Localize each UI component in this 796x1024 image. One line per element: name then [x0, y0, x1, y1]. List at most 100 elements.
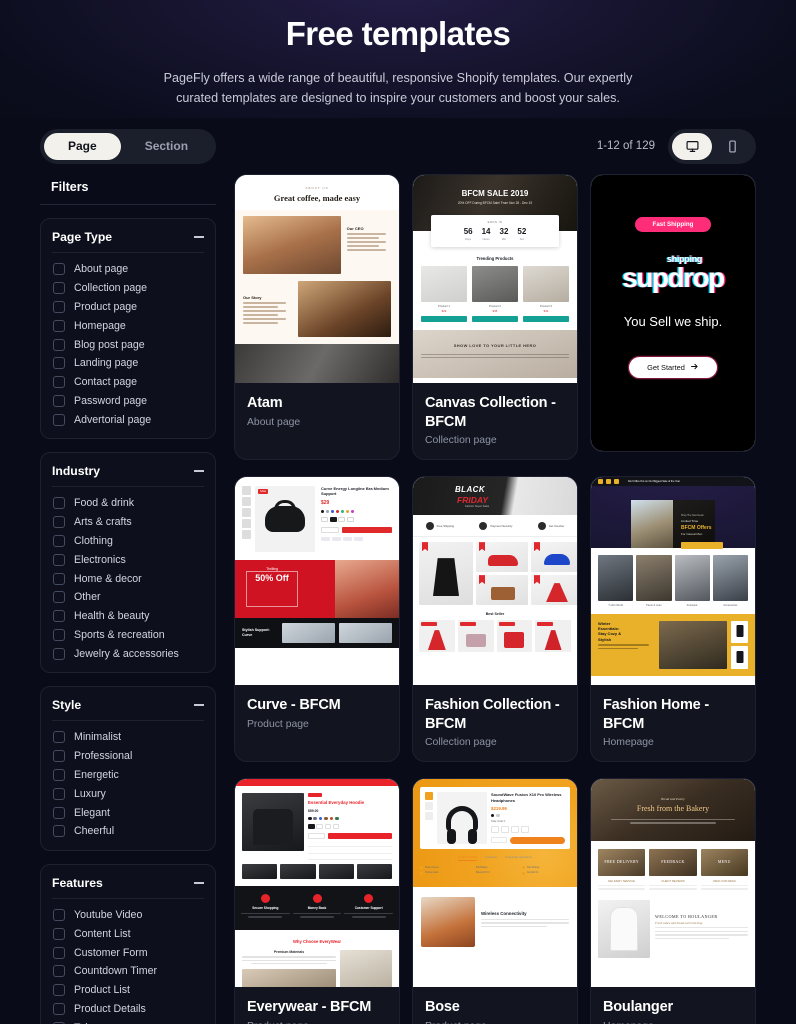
minus-icon[interactable]	[194, 882, 204, 884]
filter-option[interactable]: Advertorial page	[52, 410, 204, 429]
template-thumbnail[interactable]: SoundWave Fusion X10 Pro Wireless Headph…	[413, 779, 577, 988]
checkbox-icon[interactable]	[53, 965, 65, 978]
checkbox-icon[interactable]	[53, 300, 65, 313]
filter-option[interactable]: Other	[52, 588, 204, 607]
checkbox-icon[interactable]	[53, 769, 65, 782]
filter-option-label: Homepage	[74, 319, 126, 332]
tab-section[interactable]: Section	[121, 133, 212, 160]
checkbox-icon[interactable]	[53, 376, 65, 389]
filter-group-header[interactable]: Industry	[52, 464, 204, 488]
template-thumbnail[interactable]: BFCM SALE 2019 20% OFF During BFCM Sale!…	[413, 175, 577, 383]
filter-option[interactable]: Sports & recreation	[52, 626, 204, 645]
template-thumbnail[interactable]: Bread and Pastry Fresh from the Bakery F…	[591, 779, 755, 988]
filter-group-title: Features	[52, 875, 103, 890]
template-card-supdrop[interactable]: Fast Shipping supdrop shipping You Sell …	[590, 174, 756, 452]
filter-option[interactable]: Tabs	[52, 1018, 204, 1024]
desktop-view-button[interactable]	[672, 132, 712, 160]
template-card-fashion-home-bfcm[interactable]: Don't Miss Out on Our Biggest Sale of th…	[590, 476, 756, 763]
filter-option[interactable]: Landing page	[52, 354, 204, 373]
checkbox-icon[interactable]	[53, 413, 65, 426]
filter-option[interactable]: Password page	[52, 391, 204, 410]
checkbox-icon[interactable]	[53, 497, 65, 510]
checkbox-icon[interactable]	[53, 282, 65, 295]
filter-option[interactable]: Cheerful	[52, 822, 204, 841]
template-card-curve-bfcm[interactable]: SALE Curve Energy Longline Bra Medium Su…	[234, 476, 400, 763]
template-thumbnail[interactable]: Essential Everyday Hoodie $59.00 Secure …	[235, 779, 399, 988]
template-thumbnail[interactable]: ABOUT US Great coffee, made easy Our CEO	[235, 175, 399, 383]
template-thumbnail[interactable]: BLACK FRIDAY Fashion Super Sales Free Sh…	[413, 477, 577, 686]
checkbox-icon[interactable]	[53, 628, 65, 641]
template-card-atam[interactable]: ABOUT US Great coffee, made easy Our CEO	[234, 174, 400, 461]
filter-option[interactable]: Professional	[52, 747, 204, 766]
filter-option-label: Customer Form	[74, 946, 148, 959]
filter-option[interactable]: Content List	[52, 925, 204, 944]
checkbox-icon[interactable]	[53, 750, 65, 763]
template-thumbnail[interactable]: Don't Miss Out on Our Biggest Sale of th…	[591, 477, 755, 686]
filter-option[interactable]: Homepage	[52, 316, 204, 335]
filter-option[interactable]: Product Details	[52, 1000, 204, 1019]
template-card-boulanger[interactable]: Bread and Pastry Fresh from the Bakery F…	[590, 778, 756, 1024]
checkbox-icon[interactable]	[53, 338, 65, 351]
filter-option[interactable]: Food & drink	[52, 494, 204, 513]
template-thumbnail[interactable]: SALE Curve Energy Longline Bra Medium Su…	[235, 477, 399, 686]
checkbox-icon[interactable]	[53, 591, 65, 604]
checkbox-icon[interactable]	[53, 516, 65, 529]
filter-option[interactable]: Youtube Video	[52, 906, 204, 925]
checkbox-icon[interactable]	[53, 825, 65, 838]
filter-option[interactable]: Minimalist	[52, 728, 204, 747]
checkbox-icon[interactable]	[53, 927, 65, 940]
checkbox-icon[interactable]	[53, 319, 65, 332]
template-card-bose[interactable]: SoundWave Fusion X10 Pro Wireless Headph…	[412, 778, 578, 1024]
checkbox-icon[interactable]	[53, 572, 65, 585]
filter-option-label: Jewelry & accessories	[74, 647, 179, 660]
checkbox-icon[interactable]	[53, 394, 65, 407]
preview-card-sub: CLIENT REVIEWS	[661, 879, 685, 884]
filter-option[interactable]: Jewelry & accessories	[52, 644, 204, 663]
checkbox-icon[interactable]	[53, 534, 65, 547]
minus-icon[interactable]	[194, 704, 204, 706]
checkbox-icon[interactable]	[53, 946, 65, 959]
filter-option[interactable]: Elegant	[52, 803, 204, 822]
filter-option[interactable]: Product page	[52, 298, 204, 317]
checkbox-icon[interactable]	[53, 263, 65, 276]
filter-option[interactable]: Home & decor	[52, 569, 204, 588]
filter-option[interactable]: Arts & crafts	[52, 513, 204, 532]
filter-group-header[interactable]: Page Type	[52, 230, 204, 253]
checkbox-icon[interactable]	[53, 806, 65, 819]
checkbox-icon[interactable]	[53, 357, 65, 370]
mobile-view-button[interactable]	[712, 133, 752, 160]
minus-icon[interactable]	[194, 236, 204, 238]
filter-option[interactable]: Contact page	[52, 373, 204, 392]
filter-option[interactable]: Blog post page	[52, 335, 204, 354]
filter-group-header[interactable]: Features	[52, 876, 204, 899]
filter-option[interactable]: Energetic	[52, 766, 204, 785]
filter-option[interactable]: Collection page	[52, 279, 204, 298]
checkbox-icon[interactable]	[53, 610, 65, 623]
preview-card-label: FREE DELIVERY	[604, 859, 639, 865]
checkbox-icon[interactable]	[53, 909, 65, 922]
preview-cta-button[interactable]: Get Started	[629, 357, 717, 378]
checkbox-icon[interactable]	[53, 1003, 65, 1016]
filter-option[interactable]: Countdown Timer	[52, 962, 204, 981]
filter-option[interactable]: Luxury	[52, 784, 204, 803]
checkbox-icon[interactable]	[53, 647, 65, 660]
checkbox-icon[interactable]	[53, 731, 65, 744]
filter-option[interactable]: Customer Form	[52, 943, 204, 962]
minus-icon[interactable]	[194, 470, 204, 472]
filter-option[interactable]: Health & beauty	[52, 607, 204, 626]
filter-option[interactable]: Product List	[52, 981, 204, 1000]
template-card-everywear-bfcm[interactable]: Essential Everyday Hoodie $59.00 Secure …	[234, 778, 400, 1024]
filter-group-header[interactable]: Style	[52, 698, 204, 722]
filter-option[interactable]: About page	[52, 260, 204, 279]
filter-option[interactable]: Electronics	[52, 550, 204, 569]
tab-page[interactable]: Page	[44, 132, 121, 160]
template-card-canvas-collection-bfcm[interactable]: BFCM SALE 2019 20% OFF During BFCM Sale!…	[412, 174, 578, 461]
checkbox-icon[interactable]	[53, 553, 65, 566]
template-meta: Canvas Collection - BFCM Collection page	[413, 383, 577, 459]
checkbox-icon[interactable]	[53, 984, 65, 997]
checkbox-icon[interactable]	[53, 787, 65, 800]
template-thumbnail[interactable]: Fast Shipping supdrop shipping You Sell …	[591, 175, 755, 451]
filter-option[interactable]: Clothing	[52, 532, 204, 551]
template-card-fashion-collection-bfcm[interactable]: BLACK FRIDAY Fashion Super Sales Free Sh…	[412, 476, 578, 763]
preview-card-sub: DELIVERY SERVICE	[608, 879, 636, 884]
